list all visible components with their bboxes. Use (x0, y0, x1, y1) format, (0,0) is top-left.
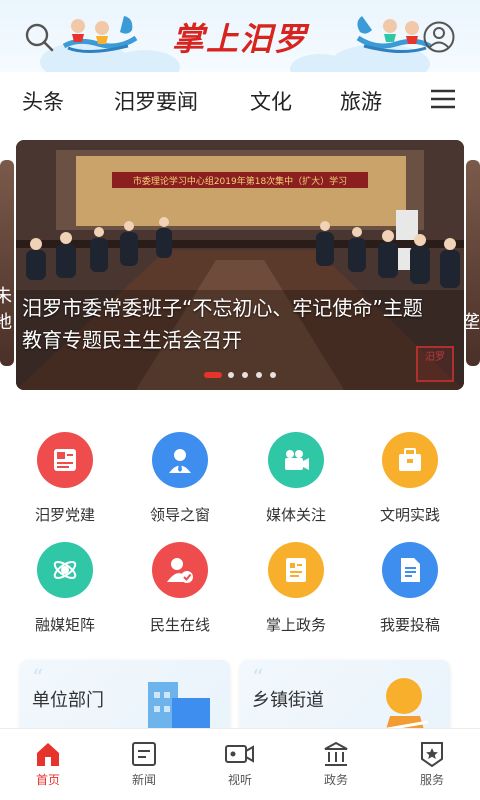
card-title: 单位部门 (32, 690, 104, 711)
carousel-prev-slide[interactable]: 朱 地 (0, 160, 14, 366)
carousel-dot[interactable] (242, 372, 248, 378)
carousel-dot[interactable] (228, 372, 234, 378)
news-icon (132, 742, 156, 766)
dragon-boat-icon (62, 16, 138, 53)
carousel-next-slide[interactable]: 垄 (466, 160, 480, 366)
tab-label: 新闻 (131, 773, 156, 787)
tab-culture[interactable]: 文化 (250, 86, 292, 116)
tab-service[interactable]: 服务 (384, 729, 480, 800)
grid-label: 我要投稿 (379, 616, 440, 634)
tab-news[interactable]: 新闻 (96, 729, 192, 800)
next-slide-text: 垄 (466, 312, 480, 333)
user-profile-icon[interactable] (422, 20, 456, 54)
edit-document-icon (382, 542, 438, 598)
grid-label: 媒体关注 (265, 506, 326, 524)
search-icon[interactable] (22, 20, 56, 54)
party-flag-icon (37, 432, 93, 488)
banner-slogan: 市委理论学习中心组2019年第18次集中（扩大）学习 (132, 177, 348, 187)
video-icon (225, 745, 254, 763)
category-nav: 头条 汨罗要闻 文化 旅游 (0, 72, 480, 128)
service-icon (421, 742, 443, 767)
carousel-dot[interactable] (204, 372, 222, 378)
carousel-caption[interactable]: 汨罗市委常委班子“不忘初心、牢记使命”主题教育专题民主生活会召开 (22, 292, 442, 356)
app-title: 掌上汨罗 (171, 20, 308, 58)
grid-label: 领导之窗 (149, 506, 210, 524)
document-list-icon (268, 542, 324, 598)
menu-icon[interactable] (430, 88, 456, 110)
grid-label: 汨罗党建 (34, 506, 95, 524)
tab-home[interactable]: 首页 (0, 729, 96, 800)
grid-label: 掌上政务 (265, 616, 326, 634)
tab-video[interactable]: 视听 (192, 729, 288, 800)
grid-label: 民生在线 (149, 616, 210, 634)
bottom-tab-bar: 首页 新闻 视听 政务 服务 (0, 728, 480, 800)
tab-label: 政务 (323, 773, 348, 787)
tab-label: 视听 (227, 773, 252, 787)
grid-label: 文明实践 (379, 506, 440, 524)
tab-label: 服务 (419, 773, 444, 787)
tab-headlines[interactable]: 头条 (22, 86, 64, 116)
app-header: 掌上汨罗 (0, 0, 480, 72)
tab-miluo-news[interactable]: 汨罗要闻 (114, 86, 198, 116)
user-check-icon (152, 542, 208, 598)
carousel-dot[interactable] (256, 372, 262, 378)
home-icon (37, 743, 59, 766)
leader-person-icon (152, 432, 208, 488)
video-camera-icon (268, 432, 324, 488)
carousel-dot[interactable] (270, 372, 276, 378)
tab-label: 首页 (35, 773, 60, 787)
grid-label: 融媒矩阵 (34, 616, 95, 634)
tab-tourism[interactable]: 旅游 (340, 86, 382, 116)
card-title: 乡镇街道 (252, 690, 324, 711)
seal-stamp: 汨罗 (416, 346, 454, 382)
briefcase-icon (382, 432, 438, 488)
tab-government[interactable]: 政务 (288, 729, 384, 800)
prev-slide-text: 朱 地 (0, 286, 12, 333)
government-icon (324, 741, 348, 766)
orbit-icon (37, 542, 93, 598)
